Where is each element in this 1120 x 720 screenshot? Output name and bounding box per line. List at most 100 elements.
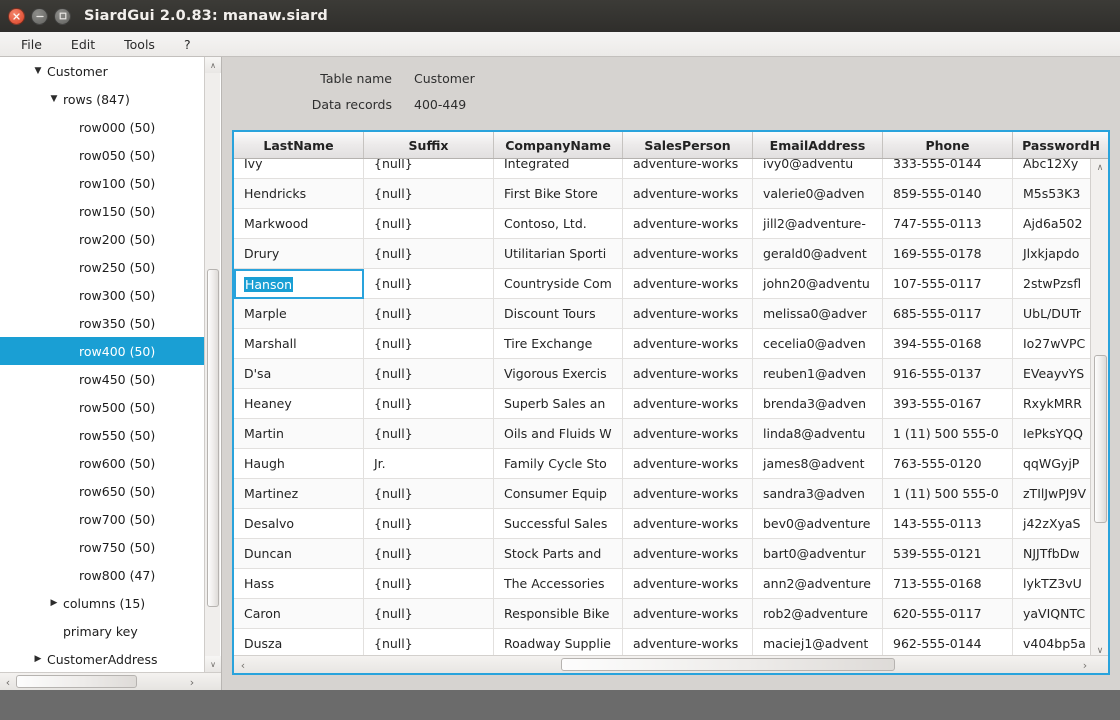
table-cell-passwordh[interactable]: lykTZ3vU bbox=[1013, 569, 1094, 599]
table-cell-suffix[interactable]: {null} bbox=[364, 359, 494, 389]
table-cell-companyname[interactable]: Stock Parts and bbox=[494, 539, 623, 569]
table-cell-suffix[interactable]: {null} bbox=[364, 299, 494, 329]
tree-horizontal-scrollbar[interactable]: ‹ › bbox=[0, 672, 221, 690]
tree-node-row800-47[interactable]: row800 (47) bbox=[0, 561, 205, 589]
close-window-button[interactable] bbox=[8, 7, 25, 25]
table-cell-emailaddress[interactable]: brenda3@adven bbox=[753, 389, 883, 419]
table-cell-phone[interactable]: 169-555-0178 bbox=[883, 239, 1013, 269]
column-header-suffix[interactable]: Suffix bbox=[364, 132, 494, 158]
table-cell-emailaddress[interactable]: gerald0@advent bbox=[753, 239, 883, 269]
table-cell-companyname[interactable]: Responsible Bike bbox=[494, 599, 623, 629]
table-cell-emailaddress[interactable]: melissa0@adver bbox=[753, 299, 883, 329]
table-horizontal-scrollbar[interactable]: ‹ › bbox=[234, 655, 1108, 673]
table-cell-salesperson[interactable]: adventure-works bbox=[623, 359, 753, 389]
table-cell-emailaddress[interactable]: jill2@adventure- bbox=[753, 209, 883, 239]
table-cell-lastname[interactable]: Caron bbox=[234, 599, 364, 629]
tree-node-row450-50[interactable]: row450 (50) bbox=[0, 365, 205, 393]
table-cell-salesperson[interactable]: adventure-works bbox=[623, 209, 753, 239]
tree-node-row350-50[interactable]: row350 (50) bbox=[0, 309, 205, 337]
table-cell-companyname[interactable]: Successful Sales bbox=[494, 509, 623, 539]
column-header-passwordh[interactable]: PasswordH bbox=[1013, 132, 1108, 158]
minimize-window-button[interactable] bbox=[31, 7, 48, 25]
table-row[interactable]: Heaney {null} Superb Sales an adventure-wor… bbox=[234, 389, 1094, 419]
table-row[interactable]: Markwood {null} Contoso, Ltd. adventure-wor… bbox=[234, 209, 1094, 239]
table-cell-passwordh[interactable]: j42zXyaS bbox=[1013, 509, 1094, 539]
table-cell-salesperson[interactable]: adventure-works bbox=[623, 299, 753, 329]
table-cell-passwordh[interactable]: zTIlJwPJ9V bbox=[1013, 479, 1094, 509]
table-cell-lastname[interactable]: D'sa bbox=[234, 359, 364, 389]
tree-scroll-down-arrow[interactable]: ∨ bbox=[205, 656, 221, 672]
table-cell-passwordh[interactable]: RxykMRR bbox=[1013, 389, 1094, 419]
table-cell-salesperson[interactable]: adventure-works bbox=[623, 449, 753, 479]
table-row[interactable]: Martinez {null} Consumer Equip adventure-wo… bbox=[234, 479, 1094, 509]
table-cell-phone[interactable]: 763-555-0120 bbox=[883, 449, 1013, 479]
table-cell-salesperson[interactable]: adventure-works bbox=[623, 159, 753, 179]
table-cell-suffix[interactable]: Jr. bbox=[364, 449, 494, 479]
tree-node-row500-50[interactable]: row500 (50) bbox=[0, 393, 205, 421]
table-cell-passwordh[interactable]: yaVIQNTC bbox=[1013, 599, 1094, 629]
table-cell-lastname[interactable]: Hass bbox=[234, 569, 364, 599]
table-cell-suffix[interactable]: {null} bbox=[364, 329, 494, 359]
table-row[interactable]: Hendricks {null} First Bike Store adventure… bbox=[234, 179, 1094, 209]
table-cell-emailaddress[interactable]: bart0@adventur bbox=[753, 539, 883, 569]
table-cell-companyname[interactable]: Consumer Equip bbox=[494, 479, 623, 509]
tree-node-row000-50[interactable]: row000 (50) bbox=[0, 113, 205, 141]
table-cell-companyname[interactable]: Discount Tours bbox=[494, 299, 623, 329]
table-cell-phone[interactable]: 859-555-0140 bbox=[883, 179, 1013, 209]
tree-node-row400-50[interactable]: row400 (50) bbox=[0, 337, 205, 365]
table-cell-passwordh[interactable]: 2stwPzsfl bbox=[1013, 269, 1094, 299]
table-vertical-scrollbar[interactable]: ∧ ∨ bbox=[1090, 159, 1108, 659]
tree-node-customer[interactable]: ▼ Customer bbox=[0, 57, 205, 85]
table-cell-lastname[interactable]: Haugh bbox=[234, 449, 364, 479]
tree-hscroll-thumb[interactable] bbox=[16, 675, 137, 688]
table-cell-phone[interactable]: 394-555-0168 bbox=[883, 329, 1013, 359]
table-row[interactable]: Drury {null} Utilitarian Sporti adventure-w… bbox=[234, 239, 1094, 269]
column-header-companyname[interactable]: CompanyName bbox=[494, 132, 623, 158]
table-cell-suffix[interactable]: {null} bbox=[364, 539, 494, 569]
table-cell-companyname[interactable]: Superb Sales an bbox=[494, 389, 623, 419]
table-hscroll-thumb[interactable] bbox=[561, 658, 895, 671]
table-row[interactable]: Desalvo {null} Successful Sales adventure-w… bbox=[234, 509, 1094, 539]
table-cell-passwordh[interactable]: UbL/DUTr bbox=[1013, 299, 1094, 329]
table-cell-passwordh[interactable]: Abc12Xy bbox=[1013, 159, 1094, 179]
column-header-phone[interactable]: Phone bbox=[883, 132, 1013, 158]
column-header-lastname[interactable]: LastName bbox=[234, 132, 364, 158]
table-cell-companyname[interactable]: Vigorous Exercis bbox=[494, 359, 623, 389]
tree-scroll-up-arrow[interactable]: ∧ bbox=[205, 57, 221, 73]
table-cell-companyname[interactable]: Tire Exchange bbox=[494, 329, 623, 359]
table-cell-emailaddress[interactable]: reuben1@adven bbox=[753, 359, 883, 389]
tree-node-rows-847[interactable]: ▼ rows (847) bbox=[0, 85, 205, 113]
table-cell-suffix[interactable]: {null} bbox=[364, 159, 494, 179]
table-cell-emailaddress[interactable]: james8@advent bbox=[753, 449, 883, 479]
tree-node-row200-50[interactable]: row200 (50) bbox=[0, 225, 205, 253]
table-row[interactable]: Marshall {null} Tire Exchange adventure-wor… bbox=[234, 329, 1094, 359]
tree-node-row700-50[interactable]: row700 (50) bbox=[0, 505, 205, 533]
table-cell-passwordh[interactable]: Jlxkjapdo bbox=[1013, 239, 1094, 269]
data-table[interactable]: LastName Suffix CompanyName SalesPerson Emai… bbox=[232, 130, 1110, 675]
table-cell-lastname[interactable]: Marple bbox=[234, 299, 364, 329]
table-cell-phone[interactable]: 539-555-0121 bbox=[883, 539, 1013, 569]
chevron-down-icon[interactable]: ▼ bbox=[32, 66, 44, 76]
table-cell-salesperson[interactable]: adventure-works bbox=[623, 479, 753, 509]
table-cell-passwordh[interactable]: EVeayvYS bbox=[1013, 359, 1094, 389]
table-row[interactable]: Hass {null} The Accessories adventure-works… bbox=[234, 569, 1094, 599]
table-cell-phone[interactable]: 333-555-0144 bbox=[883, 159, 1013, 179]
menu-tools[interactable]: Tools bbox=[113, 34, 166, 55]
table-scroll-up-arrow[interactable]: ∧ bbox=[1091, 159, 1108, 176]
table-body-viewport[interactable]: Ivy {null} Integrated adventure-works ivy0@a… bbox=[234, 159, 1094, 659]
tree-node-row250-50[interactable]: row250 (50) bbox=[0, 253, 205, 281]
table-cell-emailaddress[interactable]: cecelia0@adven bbox=[753, 329, 883, 359]
table-row[interactable]: Haugh Jr. Family Cycle Sto adventure-works j… bbox=[234, 449, 1094, 479]
table-cell-lastname[interactable]: Drury bbox=[234, 239, 364, 269]
table-cell-suffix[interactable]: {null} bbox=[364, 179, 494, 209]
table-hscroll-left-arrow[interactable]: ‹ bbox=[234, 656, 252, 673]
table-cell-suffix[interactable]: {null} bbox=[364, 239, 494, 269]
table-cell-salesperson[interactable]: adventure-works bbox=[623, 539, 753, 569]
tree-vertical-scrollbar[interactable]: ∧ ∨ bbox=[204, 57, 221, 672]
menu-edit[interactable]: Edit bbox=[60, 34, 106, 55]
table-row[interactable]: Duncan {null} Stock Parts and adventure-wor… bbox=[234, 539, 1094, 569]
table-cell-suffix[interactable]: {null} bbox=[364, 389, 494, 419]
table-row[interactable]: Martin {null} Oils and Fluids Wadventure-w… bbox=[234, 419, 1094, 449]
table-cell-passwordh[interactable]: qqWGyjP bbox=[1013, 449, 1094, 479]
table-scroll-thumb[interactable] bbox=[1094, 355, 1107, 523]
